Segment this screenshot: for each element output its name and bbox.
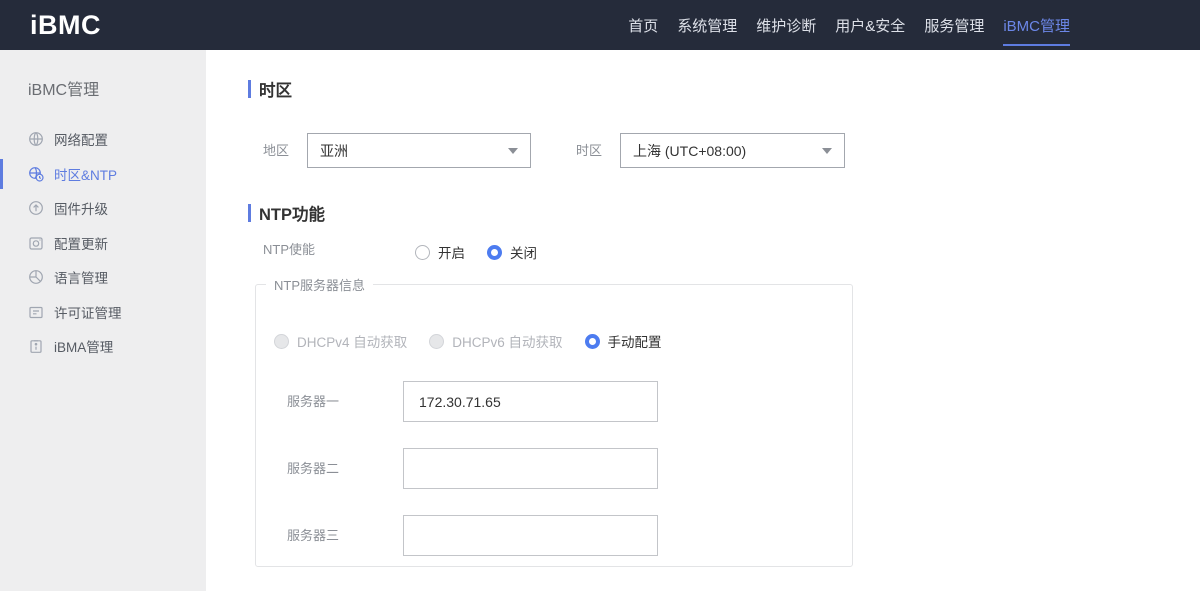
server1-input[interactable] [403, 381, 658, 422]
caret-down-icon [822, 147, 832, 154]
timezone-select-value: 上海 (UTC+08:00) [633, 142, 747, 159]
sidebar-item-label: 固件升级 [54, 202, 108, 218]
main-content: 时区 地区 亚洲 时区 上海 (UTC+08:00) NTP功能 NTP使能 开… [206, 50, 1200, 591]
sidebar-item-label: 配置更新 [54, 236, 108, 252]
radio-label: 手动配置 [607, 335, 662, 350]
firmware-upgrade-icon [28, 200, 44, 216]
region-select-value: 亚洲 [320, 142, 348, 159]
nav-item-service-management[interactable]: 服务管理 [924, 0, 984, 50]
sidebar-item-license-management[interactable]: 许可证管理 [0, 295, 206, 330]
sidebar-item-label: 时区&NTP [54, 167, 118, 183]
nav-item-system-management[interactable]: 系统管理 [677, 0, 737, 50]
radio-label: DHCPv4 自动获取 [297, 335, 408, 350]
server3-label: 服务器三 [287, 528, 340, 543]
server2-label: 服务器二 [287, 461, 340, 476]
radio-icon [429, 333, 445, 349]
manual-config-radio[interactable]: 手动配置 [584, 331, 662, 351]
ntp-server-mode-radio-group: DHCPv4 自动获取 DHCPv6 自动获取 手动配置 [274, 331, 662, 351]
section-accent-bar [248, 204, 251, 222]
timezone-section-header: 时区 [248, 77, 292, 101]
nav-item-user-security[interactable]: 用户&安全 [835, 0, 905, 50]
config-update-icon [28, 235, 44, 251]
radio-icon [487, 244, 502, 260]
sidebar-item-config-update[interactable]: 配置更新 [0, 226, 206, 261]
ntp-enable-off-radio[interactable]: 关闭 [487, 242, 537, 262]
globe-icon [28, 131, 44, 147]
sidebar-item-label: 许可证管理 [54, 305, 122, 321]
radio-icon [274, 333, 289, 349]
ntp-section-header: NTP功能 [248, 201, 325, 225]
sidebar-item-firmware-upgrade[interactable]: 固件升级 [0, 191, 206, 226]
nav-item-maintenance-diagnosis[interactable]: 维护诊断 [756, 0, 816, 50]
dhcpv6-auto-radio[interactable]: DHCPv6 自动获取 [429, 331, 563, 351]
sidebar-item-label: iBMA管理 [54, 340, 114, 356]
server1-label: 服务器一 [287, 394, 340, 409]
radio-label: 关闭 [510, 246, 537, 261]
region-label: 地区 [263, 143, 290, 158]
radio-icon [584, 333, 600, 349]
section-accent-bar [248, 80, 251, 98]
sidebar-title: iBMC管理 [28, 82, 100, 99]
timezone-label: 时区 [576, 143, 603, 158]
ibma-clipboard-icon [28, 338, 44, 354]
server3-input[interactable] [403, 515, 658, 556]
ntp-enable-label: NTP使能 [263, 242, 316, 257]
ntp-server-fieldset-legend: NTP服务器信息 [274, 278, 366, 293]
ntp-enable-radio-group: 开启 关闭 [415, 242, 537, 262]
nav-item-home[interactable]: 首页 [628, 0, 658, 50]
caret-down-icon [508, 147, 518, 154]
timezone-section-title: 时区 [259, 82, 292, 100]
ibmc-logo: iBMC [30, 9, 101, 40]
sidebar-item-network-config[interactable]: 网络配置 [0, 122, 206, 157]
radio-label: DHCPv6 自动获取 [452, 335, 563, 350]
main-nav: 首页 系统管理 维护诊断 用户&安全 服务管理 iBMC管理 [628, 0, 1070, 50]
server2-input[interactable] [403, 448, 658, 489]
app-header: iBMC 首页 系统管理 维护诊断 用户&安全 服务管理 iBMC管理 [0, 0, 1200, 50]
sidebar-menu: 网络配置 时区&NTP 固件升级 配置更新 语言管理 许可证管理 iBMA管理 [0, 122, 206, 364]
sidebar-item-ibma-management[interactable]: iBMA管理 [0, 329, 206, 364]
sidebar: iBMC管理 网络配置 时区&NTP 固件升级 配置更新 语言管理 许可证管理 … [0, 50, 206, 591]
radio-icon [415, 244, 430, 260]
license-icon [28, 304, 44, 320]
timezone-clock-icon [28, 166, 44, 182]
sidebar-item-timezone-ntp[interactable]: 时区&NTP [0, 157, 206, 192]
ntp-server-fieldset: NTP服务器信息 DHCPv4 自动获取 DHCPv6 自动获取 手动配置 服务… [255, 275, 853, 567]
sidebar-item-label: 语言管理 [54, 271, 108, 287]
radio-label: 开启 [438, 246, 465, 261]
dhcpv4-auto-radio[interactable]: DHCPv4 自动获取 [274, 331, 407, 351]
timezone-select[interactable]: 上海 (UTC+08:00) [620, 133, 845, 168]
ntp-section-title: NTP功能 [259, 206, 325, 224]
region-select[interactable]: 亚洲 [307, 133, 531, 168]
language-icon [28, 269, 44, 285]
nav-item-ibmc-management[interactable]: iBMC管理 [1003, 0, 1070, 50]
ntp-enable-on-radio[interactable]: 开启 [415, 242, 465, 262]
sidebar-item-label: 网络配置 [54, 133, 108, 149]
sidebar-item-language-management[interactable]: 语言管理 [0, 260, 206, 295]
